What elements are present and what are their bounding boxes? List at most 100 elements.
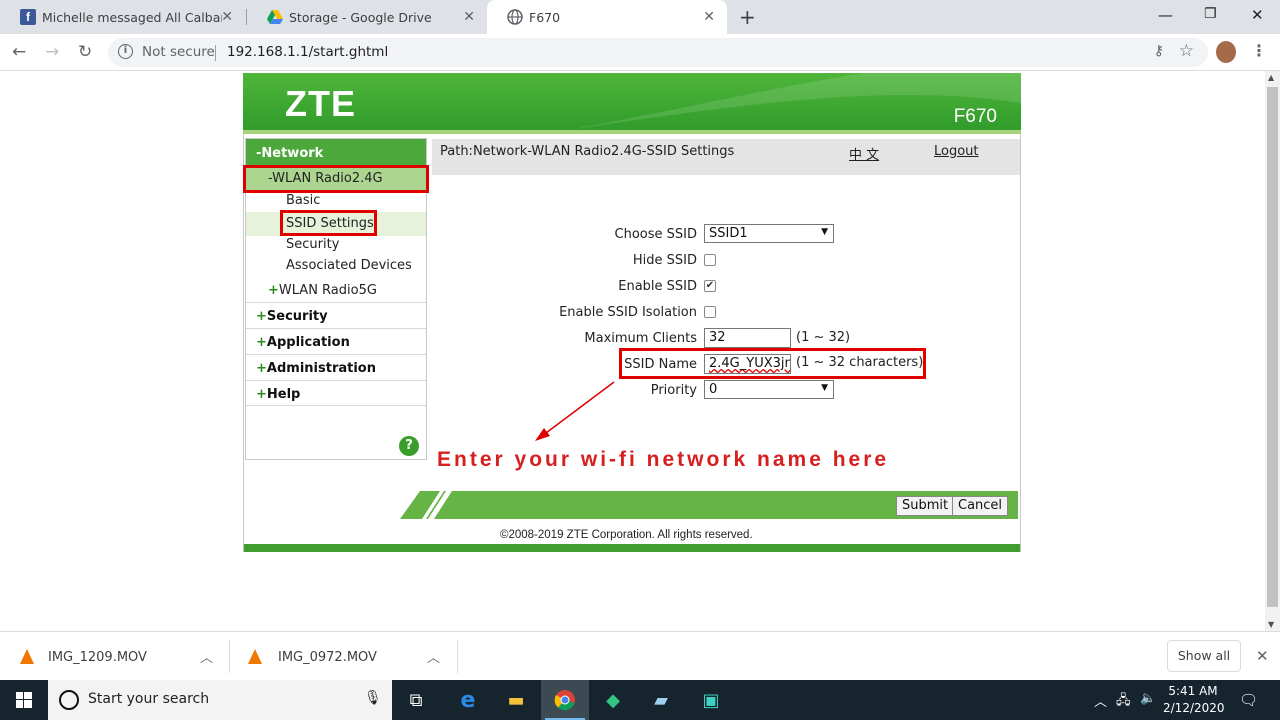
windows-start-button[interactable] — [0, 680, 48, 720]
windows-logo-icon — [16, 692, 32, 708]
forward-icon[interactable]: → — [45, 42, 59, 62]
globe-icon — [507, 9, 523, 25]
choose-ssid-label: Choose SSID — [614, 227, 697, 242]
chrome-icon[interactable] — [541, 680, 589, 720]
back-icon[interactable]: ← — [12, 42, 26, 62]
scrollbar-thumb[interactable] — [1267, 87, 1278, 607]
max-clients-input[interactable]: 32 — [704, 328, 791, 348]
vertical-scrollbar[interactable]: ▲ ▼ — [1265, 71, 1280, 631]
download-item[interactable]: IMG_0972.MOV ︿ — [230, 632, 458, 681]
reload-icon[interactable]: ↻ — [78, 42, 92, 62]
dropdown-arrow-icon: ▼ — [821, 383, 828, 393]
highlight-box-ssid-name — [619, 348, 926, 379]
task-view-icon[interactable]: ⧉ — [392, 680, 440, 720]
browser-toolbar: ← → ↻ i Not secure 192.168.1.1/start.ght… — [0, 34, 1280, 71]
enable-ssid-checkbox[interactable]: ✔ — [704, 280, 716, 292]
facebook-icon: f — [20, 9, 36, 25]
chrome-logo — [554, 690, 575, 711]
cancel-button[interactable]: Cancel — [952, 496, 1009, 516]
restore-icon[interactable]: ❐ — [1204, 6, 1217, 22]
tab-f670[interactable]: F670 ✕ — [487, 0, 727, 34]
taskbar-search-box[interactable]: Start your search 🎙 — [48, 680, 392, 720]
button-bar: Submit Cancel — [400, 491, 1018, 519]
model-name: F670 — [953, 106, 997, 127]
close-downloads-icon[interactable]: ✕ — [1256, 647, 1269, 665]
enable-ssid-label: Enable SSID — [618, 279, 697, 294]
download-item[interactable]: IMG_1209.MOV ︿ — [0, 632, 228, 681]
new-tab-button[interactable]: + — [733, 0, 763, 34]
section-label: Help — [266, 387, 301, 402]
section-label: Application — [266, 335, 350, 350]
sidebar-item-network[interactable]: -Network — [246, 139, 426, 167]
close-tab-icon[interactable]: ✕ — [221, 9, 233, 25]
logout-link[interactable]: Logout — [934, 144, 979, 159]
breadcrumb: Path:Network-WLAN Radio2.4G-SSID Setting… — [440, 144, 735, 159]
choose-ssid-value: SSID1 — [709, 226, 748, 241]
close-tab-icon[interactable]: ✕ — [463, 9, 475, 25]
scroll-up-arrow-icon[interactable]: ▲ — [1268, 73, 1274, 82]
tab-google-drive[interactable]: Storage - Google Drive ✕ — [247, 0, 487, 34]
file-explorer-icon[interactable]: ▬ — [492, 680, 540, 720]
max-clients-label: Maximum Clients — [584, 331, 697, 346]
downloads-bar: IMG_1209.MOV ︿ IMG_0972.MOV ︿ Show all ✕ — [0, 631, 1280, 680]
microphone-icon[interactable]: 🎙 — [364, 690, 382, 706]
path-bar: Path:Network-WLAN Radio2.4G-SSID Setting… — [432, 139, 1020, 175]
chevron-up-icon[interactable]: ︿ — [427, 647, 440, 666]
show-all-button[interactable]: Show all — [1167, 640, 1241, 672]
max-clients-hint: (1 ~ 32) — [796, 330, 851, 345]
ssid-isolation-checkbox[interactable] — [704, 306, 716, 318]
cortana-icon — [59, 690, 79, 710]
remote-desktop-icon[interactable]: ▣ — [687, 680, 735, 720]
vlc-icon — [20, 649, 34, 664]
vlc-icon — [248, 649, 262, 664]
google-drive-icon — [267, 10, 283, 24]
hide-ssid-label: Hide SSID — [632, 253, 697, 268]
volume-icon[interactable]: 🔈 — [1140, 691, 1156, 706]
bookmark-star-icon[interactable]: ☆ — [1179, 41, 1194, 61]
not-secure-label: Not secure — [142, 44, 215, 60]
highlight-box-ssid-settings — [280, 210, 377, 236]
url-text[interactable]: 192.168.1.1/start.ghtml — [227, 44, 388, 60]
scroll-down-arrow-icon[interactable]: ▼ — [1268, 620, 1274, 629]
chevron-up-icon[interactable]: ︿ — [200, 647, 213, 666]
download-filename: IMG_1209.MOV — [48, 650, 147, 665]
key-icon[interactable]: ⚷ — [1154, 43, 1164, 59]
windows-taskbar: Start your search 🎙 ⧉ e ▬ ◆ ▰ ▣ ︿ 🖧 🔈 5:… — [0, 680, 1280, 720]
download-filename: IMG_0972.MOV — [278, 650, 377, 665]
header-swoosh — [543, 73, 1021, 134]
close-tab-icon[interactable]: ✕ — [703, 9, 715, 25]
browser-menu-icon[interactable]: ⋮ — [1251, 41, 1267, 60]
section-label: Security — [266, 309, 328, 324]
choose-ssid-select[interactable]: SSID1 ▼ — [704, 224, 834, 243]
router-header: ZTE F670 — [243, 73, 1021, 134]
address-bar[interactable]: i Not secure 192.168.1.1/start.ghtml ⚷ ☆ — [108, 38, 1208, 67]
tab-strip: f Michelle messaged All Calbani El ✕ Sto… — [0, 0, 1280, 34]
priority-select[interactable]: 0 ▼ — [704, 380, 834, 399]
highlight-box-wlan — [243, 165, 429, 193]
taskbar-clock[interactable]: 5:41 AM 2/12/2020 — [1163, 683, 1225, 717]
dropdown-arrow-icon: ▼ — [821, 227, 828, 237]
tab-facebook[interactable]: f Michelle messaged All Calbani El ✕ — [0, 0, 245, 34]
submit-button[interactable]: Submit — [896, 496, 955, 516]
language-link[interactable]: 中 文 — [849, 144, 879, 163]
info-icon[interactable]: i — [118, 44, 133, 59]
filmora-icon[interactable]: ◆ — [589, 680, 637, 720]
minimize-icon[interactable]: — — [1158, 6, 1173, 24]
notes-app-icon[interactable]: ▰ — [637, 680, 685, 720]
annotation-arrow — [535, 381, 615, 441]
hide-ssid-checkbox[interactable] — [704, 254, 716, 266]
close-window-icon[interactable]: ✕ — [1251, 6, 1264, 24]
annotation-text: Enter your wi-fi network name here — [437, 448, 890, 471]
notification-icon[interactable]: 🗨 — [1239, 691, 1258, 709]
network-icon[interactable]: 🖧 — [1116, 691, 1131, 713]
section-label: Administration — [266, 361, 376, 376]
edge-icon[interactable]: e — [444, 680, 492, 720]
tab-title: F670 — [529, 9, 561, 25]
tab-title: Michelle messaged All Calbani El — [42, 9, 222, 25]
ssid-isolation-label: Enable SSID Isolation — [559, 305, 697, 320]
clock-date: 2/12/2020 — [1163, 701, 1225, 715]
tray-chevron-icon[interactable]: ︿ — [1094, 691, 1107, 710]
profile-avatar[interactable] — [1216, 41, 1236, 63]
help-icon[interactable]: ? — [399, 436, 419, 456]
zte-logo: ZTE — [285, 83, 356, 124]
